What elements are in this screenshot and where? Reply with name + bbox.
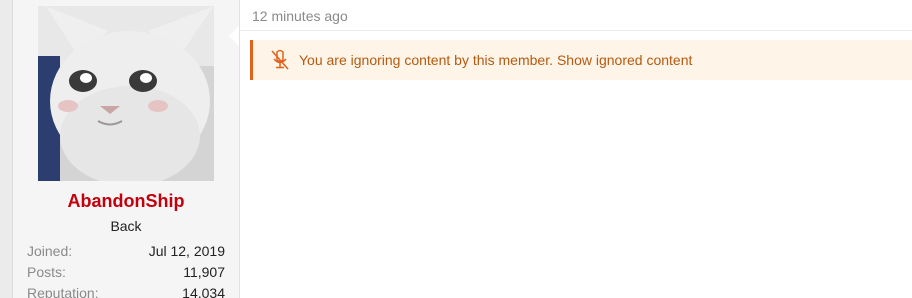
user-title: Back [110, 218, 142, 234]
show-ignored-content-link[interactable]: Show ignored content [557, 52, 692, 68]
user-panel: AbandonShip Back Joined: Jul 12, 2019 Po… [13, 0, 240, 298]
username[interactable]: AbandonShip [13, 191, 239, 212]
avatar-image [38, 6, 214, 181]
stat-row-joined: Joined: Jul 12, 2019 [27, 243, 225, 259]
stat-row-reputation: Reputation: 14,034 [27, 285, 225, 298]
stat-label: Posts: [27, 264, 66, 280]
stat-value: 11,907 [183, 264, 225, 280]
stat-label: Joined: [27, 243, 73, 259]
stat-label: Reputation: [27, 285, 99, 298]
avatar[interactable] [38, 6, 214, 181]
stat-value: Jul 12, 2019 [148, 243, 225, 259]
stat-row-posts: Posts: 11,907 [27, 264, 225, 280]
ignored-content-notice: You are ignoring content by this member.… [250, 40, 912, 80]
left-gutter [0, 0, 13, 298]
notice-text: You are ignoring content by this member. [299, 52, 553, 68]
post-timestamp[interactable]: 12 minutes ago [252, 8, 348, 24]
post-pointer-arrow [229, 26, 239, 46]
mute-microphone-icon [268, 48, 292, 72]
header-divider [240, 30, 912, 31]
page: AbandonShip Back Joined: Jul 12, 2019 Po… [0, 0, 912, 298]
stat-value: 14,034 [182, 285, 225, 298]
